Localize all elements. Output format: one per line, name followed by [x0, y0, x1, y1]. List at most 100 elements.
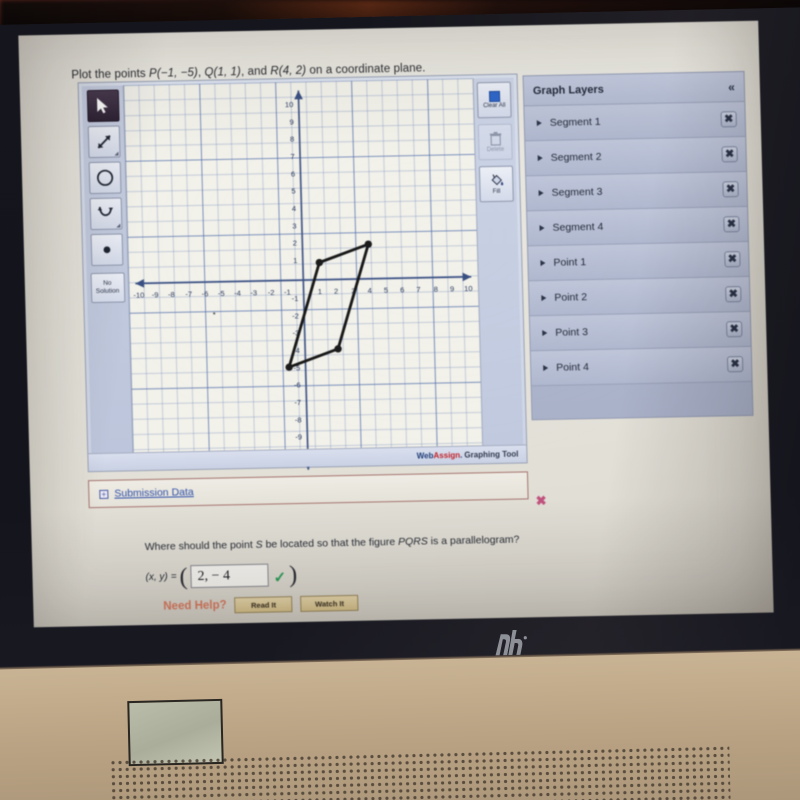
svg-text:-6: -6 [294, 381, 301, 390]
svg-text:1: 1 [318, 287, 322, 296]
line-segment-icon [97, 135, 111, 149]
layer-label: Segment 3 [551, 185, 603, 199]
svg-text:9: 9 [289, 117, 293, 126]
watch-it-button[interactable]: Watch It [300, 594, 359, 612]
point-p-label: P(−1, −5) [148, 66, 199, 80]
svg-text:7: 7 [290, 152, 294, 161]
clear-all-button[interactable]: Clear All [476, 81, 512, 119]
close-icon[interactable]: ✖ [535, 493, 546, 509]
select-tool[interactable] [86, 89, 120, 123]
correct-check-icon: ✓ [273, 569, 287, 587]
laptop-photo: Plot the points P(−1, −5), Q(1, 1), and … [0, 0, 800, 800]
trash-icon [489, 131, 501, 146]
segment-tool[interactable] [87, 125, 121, 159]
triangle-right-icon[interactable] [541, 294, 547, 302]
graphing-tool: No Solution Help [77, 73, 528, 473]
triangle-right-icon[interactable] [538, 190, 544, 197]
graph-layers-panel: Graph Layers « Segment 1 ✖ Segment 2 ✖ S… [522, 70, 754, 421]
answer-row: (x, y) = ( 2, − 4 ✓ ) [145, 562, 297, 590]
svg-text:2: 2 [334, 287, 338, 296]
brand-assign: Assign [433, 450, 461, 461]
delete-layer-button[interactable]: ✖ [726, 321, 743, 338]
submission-data-link[interactable]: Submission Data [114, 486, 194, 500]
layer-row-segment-1[interactable]: Segment 1 ✖ [524, 101, 746, 142]
layer-label: Segment 2 [550, 150, 602, 164]
tool-expand-corner[interactable] [113, 151, 119, 156]
layer-row-segment-2[interactable]: Segment 2 ✖ [525, 136, 747, 177]
triangle-right-icon[interactable] [543, 364, 549, 372]
question-before: Where should the point [144, 538, 256, 554]
brand-web: Web [416, 451, 434, 461]
need-help-row: Need Help? Read It Watch It [163, 594, 359, 615]
delete-layer-button[interactable]: ✖ [720, 111, 737, 128]
layer-row-point-1[interactable]: Point 1 ✖ [528, 241, 749, 282]
chevron-double-left-icon[interactable]: « [728, 80, 735, 94]
svg-text:5: 5 [291, 187, 295, 196]
layer-row-segment-3[interactable]: Segment 3 ✖ [526, 171, 748, 212]
layer-row-point-4[interactable]: Point 4 ✖ [530, 346, 752, 387]
graph-layers-header: Graph Layers « [523, 71, 745, 107]
svg-text:6: 6 [291, 169, 295, 178]
delete-button[interactable]: Delete [477, 123, 513, 161]
delete-layer-button[interactable]: ✖ [726, 356, 744, 373]
point-tool[interactable] [90, 233, 123, 267]
svg-text:-7: -7 [294, 398, 301, 407]
layer-label: Segment 4 [552, 220, 604, 234]
coordinate-axes: -10 -9 -8 -7 -6 -5 -4 -3 -2 -1 123 456 789 10 … [133, 90, 473, 470]
svg-text:10: 10 [464, 284, 473, 293]
svg-text:8: 8 [434, 285, 438, 294]
layer-row-point-3[interactable]: Point 3 ✖ [529, 311, 751, 352]
triangle-right-icon[interactable] [536, 120, 542, 127]
svg-text:-6: -6 [202, 289, 209, 298]
question-after: is a parallelogram? [427, 533, 520, 548]
parabola-tool[interactable] [89, 197, 122, 231]
layer-row-point-2[interactable]: Point 2 ✖ [528, 276, 750, 317]
expand-icon[interactable]: + [99, 489, 109, 499]
triangle-right-icon[interactable] [537, 155, 543, 162]
triangle-right-icon[interactable] [542, 329, 548, 337]
layer-label: Segment 1 [549, 115, 601, 129]
svg-text:2: 2 [293, 239, 297, 248]
filled-dot-icon [103, 246, 110, 254]
delete-layer-button[interactable]: ✖ [722, 181, 739, 198]
answer-input[interactable]: 2, − 4 [190, 563, 269, 589]
svg-text:-2: -2 [292, 311, 299, 320]
svg-text:7: 7 [416, 285, 420, 294]
svg-text:-1: -1 [284, 288, 291, 297]
blue-square-icon [488, 90, 500, 103]
svg-text:-5: -5 [218, 289, 225, 298]
brand-dot: . [460, 450, 463, 460]
delete-layer-button[interactable]: ✖ [723, 216, 740, 233]
read-it-button[interactable]: Read It [234, 596, 293, 614]
fill-button[interactable]: Fill [478, 165, 514, 203]
svg-text:5: 5 [384, 286, 388, 295]
svg-text:4: 4 [367, 286, 371, 295]
delete-layer-button[interactable]: ✖ [724, 251, 741, 268]
layer-row-segment-4[interactable]: Segment 4 ✖ [527, 206, 748, 247]
triangle-right-icon[interactable] [540, 259, 546, 267]
tool-expand-corner[interactable] [115, 223, 120, 228]
svg-text:-2: -2 [268, 288, 275, 297]
delete-layer-button[interactable]: ✖ [721, 146, 738, 163]
point-q-label: Q(1, 1) [204, 66, 242, 79]
layer-label: Point 1 [553, 256, 587, 269]
svg-text:-3: -3 [250, 288, 257, 297]
equals-sign: = [170, 571, 177, 583]
graph-canvas[interactable]: -10 -9 -8 -7 -6 -5 -4 -3 -2 -1 123 456 789 10 … [123, 78, 484, 470]
circle-tool[interactable] [88, 161, 121, 195]
layer-label: Point 4 [556, 361, 590, 374]
delete-layer-button[interactable]: ✖ [725, 286, 742, 303]
svg-text:-1: -1 [292, 294, 299, 303]
svg-text:-8: -8 [168, 290, 175, 299]
triangle-right-icon[interactable] [539, 225, 545, 232]
layer-label: Point 3 [555, 326, 589, 339]
laptop-screen: Plot the points P(−1, −5), Q(1, 1), and … [18, 20, 774, 628]
graph-layers-title: Graph Layers [532, 83, 605, 97]
prompt-prefix: Plot the points [71, 67, 150, 82]
clear-all-label: Clear All [483, 102, 506, 110]
svg-text:1: 1 [293, 256, 297, 265]
no-solution-button[interactable]: No Solution [90, 272, 125, 304]
svg-text:10: 10 [285, 100, 294, 109]
svg-text:-9: -9 [295, 433, 302, 442]
no-solution-line2: Solution [95, 287, 120, 296]
